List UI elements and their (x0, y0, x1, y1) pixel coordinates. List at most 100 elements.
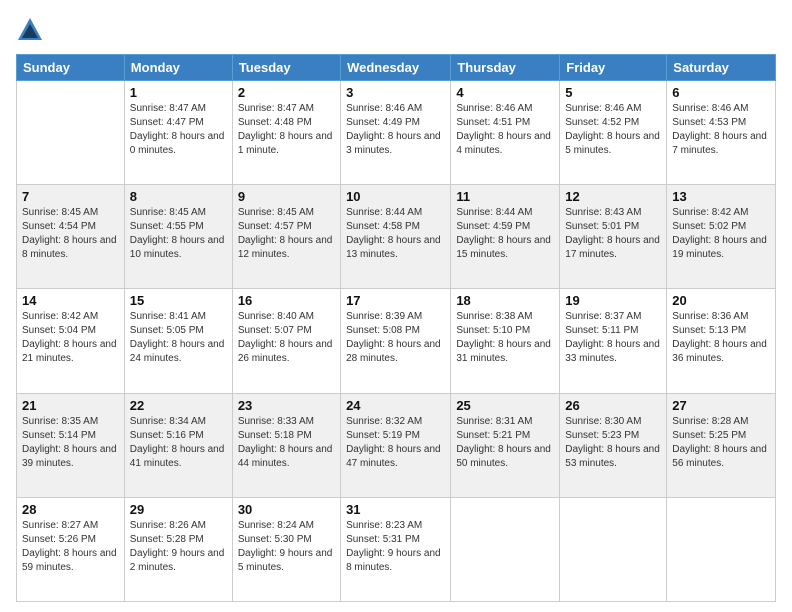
day-number: 15 (130, 293, 227, 308)
day-info: Sunrise: 8:46 AMSunset: 4:49 PMDaylight:… (346, 102, 445, 158)
day-number: 22 (130, 398, 227, 413)
calendar-cell: 19 Sunrise: 8:37 AMSunset: 5:11 PMDayligh… (560, 289, 667, 393)
day-info: Sunrise: 8:24 AMSunset: 5:30 PMDaylight:… (238, 519, 335, 575)
calendar-cell: 1 Sunrise: 8:47 AMSunset: 4:47 PMDaylight… (124, 81, 232, 185)
calendar-cell: 30Sunrise: 8:24 AMSunset: 5:30 PMDayligh… (232, 497, 340, 601)
day-info: Sunrise: 8:33 AMSunset: 5:18 PMDaylight:… (238, 415, 335, 471)
day-info: Sunrise: 8:32 AMSunset: 5:19 PMDaylight:… (346, 415, 445, 471)
day-number: 11 (456, 189, 554, 204)
calendar-cell: 24 Sunrise: 8:32 AMSunset: 5:19 PMDayligh… (341, 393, 451, 497)
weekday-header: Sunday (17, 55, 125, 81)
calendar-cell: 14Sunrise: 8:42 AMSunset: 5:04 PMDayligh… (17, 289, 125, 393)
calendar: SundayMondayTuesdayWednesdayThursdayFrid… (16, 54, 776, 602)
day-info: Sunrise: 8:45 AMSunset: 4:55 PMDaylight:… (130, 206, 227, 262)
day-info: Sunrise: 8:35 AMSunset: 5:14 PMDaylight:… (22, 415, 119, 471)
day-info: Sunrise: 8:46 AMSunset: 4:53 PMDaylight:… (672, 102, 770, 158)
calendar-cell: 7 Sunrise: 8:45 AMSunset: 4:54 PMDaylight… (17, 185, 125, 289)
day-number: 20 (672, 293, 770, 308)
calendar-cell: 12 Sunrise: 8:43 AMSunset: 5:01 PMDayligh… (560, 185, 667, 289)
day-number: 18 (456, 293, 554, 308)
calendar-cell: 29 Sunrise: 8:26 AMSunset: 5:28 PMDayligh… (124, 497, 232, 601)
day-info: Sunrise: 8:27 AMSunset: 5:26 PMDaylight:… (22, 519, 119, 575)
day-number: 31 (346, 502, 445, 517)
day-number: 19 (565, 293, 661, 308)
day-info: Sunrise: 8:46 AMSunset: 4:51 PMDaylight:… (456, 102, 554, 158)
calendar-cell: 22 Sunrise: 8:34 AMSunset: 5:16 PMDayligh… (124, 393, 232, 497)
day-info: Sunrise: 8:41 AMSunset: 5:05 PMDaylight:… (130, 310, 227, 366)
day-number: 24 (346, 398, 445, 413)
calendar-cell: 16 Sunrise: 8:40 AMSunset: 5:07 PMDayligh… (232, 289, 340, 393)
calendar-cell: 6Sunrise: 8:46 AMSunset: 4:53 PMDaylight… (667, 81, 776, 185)
day-info: Sunrise: 8:42 AMSunset: 5:02 PMDaylight:… (672, 206, 770, 262)
day-number: 25 (456, 398, 554, 413)
day-info: Sunrise: 8:42 AMSunset: 5:04 PMDaylight:… (22, 310, 119, 366)
day-info: Sunrise: 8:40 AMSunset: 5:07 PMDaylight:… (238, 310, 335, 366)
day-info: Sunrise: 8:43 AMSunset: 5:01 PMDaylight:… (565, 206, 661, 262)
weekday-header: Friday (560, 55, 667, 81)
page: SundayMondayTuesdayWednesdayThursdayFrid… (0, 0, 792, 612)
calendar-cell: 26Sunrise: 8:30 AMSunset: 5:23 PMDayligh… (560, 393, 667, 497)
day-info: Sunrise: 8:45 AMSunset: 4:54 PMDaylight:… (22, 206, 119, 262)
day-number: 2 (238, 85, 335, 100)
day-number: 7 (22, 189, 119, 204)
day-info: Sunrise: 8:30 AMSunset: 5:23 PMDaylight:… (565, 415, 661, 471)
calendar-cell: 20 Sunrise: 8:36 AMSunset: 5:13 PMDayligh… (667, 289, 776, 393)
day-number: 23 (238, 398, 335, 413)
weekday-header: Monday (124, 55, 232, 81)
calendar-cell: 8 Sunrise: 8:45 AMSunset: 4:55 PMDaylight… (124, 185, 232, 289)
day-info: Sunrise: 8:45 AMSunset: 4:57 PMDaylight:… (238, 206, 335, 262)
day-info: Sunrise: 8:23 AMSunset: 5:31 PMDaylight:… (346, 519, 445, 575)
calendar-cell: 9 Sunrise: 8:45 AMSunset: 4:57 PMDaylight… (232, 185, 340, 289)
calendar-cell: 28 Sunrise: 8:27 AMSunset: 5:26 PMDayligh… (17, 497, 125, 601)
day-number: 9 (238, 189, 335, 204)
calendar-cell: 2Sunrise: 8:47 AMSunset: 4:48 PMDaylight… (232, 81, 340, 185)
day-info: Sunrise: 8:36 AMSunset: 5:13 PMDaylight:… (672, 310, 770, 366)
day-info: Sunrise: 8:46 AMSunset: 4:52 PMDaylight:… (565, 102, 661, 158)
day-number: 27 (672, 398, 770, 413)
calendar-cell: 13 Sunrise: 8:42 AMSunset: 5:02 PMDayligh… (667, 185, 776, 289)
calendar-cell: 18 Sunrise: 8:38 AMSunset: 5:10 PMDayligh… (451, 289, 560, 393)
day-number: 1 (130, 85, 227, 100)
calendar-cell: 31 Sunrise: 8:23 AMSunset: 5:31 PMDayligh… (341, 497, 451, 601)
calendar-cell (560, 497, 667, 601)
day-number: 10 (346, 189, 445, 204)
day-info: Sunrise: 8:31 AMSunset: 5:21 PMDaylight:… (456, 415, 554, 471)
calendar-cell (17, 81, 125, 185)
weekday-header: Thursday (451, 55, 560, 81)
logo (16, 16, 48, 44)
day-number: 4 (456, 85, 554, 100)
logo-icon (16, 16, 44, 44)
calendar-cell (667, 497, 776, 601)
day-number: 13 (672, 189, 770, 204)
weekday-header: Saturday (667, 55, 776, 81)
calendar-cell: 17Sunrise: 8:39 AMSunset: 5:08 PMDayligh… (341, 289, 451, 393)
calendar-cell: 21 Sunrise: 8:35 AMSunset: 5:14 PMDayligh… (17, 393, 125, 497)
day-info: Sunrise: 8:44 AMSunset: 4:58 PMDaylight:… (346, 206, 445, 262)
day-info: Sunrise: 8:34 AMSunset: 5:16 PMDaylight:… (130, 415, 227, 471)
header (16, 16, 776, 44)
calendar-cell (451, 497, 560, 601)
day-info: Sunrise: 8:26 AMSunset: 5:28 PMDaylight:… (130, 519, 227, 575)
day-number: 8 (130, 189, 227, 204)
calendar-cell: 5 Sunrise: 8:46 AMSunset: 4:52 PMDaylight… (560, 81, 667, 185)
day-info: Sunrise: 8:28 AMSunset: 5:25 PMDaylight:… (672, 415, 770, 471)
calendar-cell: 10 Sunrise: 8:44 AMSunset: 4:58 PMDayligh… (341, 185, 451, 289)
day-number: 17 (346, 293, 445, 308)
weekday-header: Tuesday (232, 55, 340, 81)
day-number: 3 (346, 85, 445, 100)
day-info: Sunrise: 8:38 AMSunset: 5:10 PMDaylight:… (456, 310, 554, 366)
day-info: Sunrise: 8:44 AMSunset: 4:59 PMDaylight:… (456, 206, 554, 262)
calendar-cell: 25 Sunrise: 8:31 AMSunset: 5:21 PMDayligh… (451, 393, 560, 497)
calendar-cell: 15 Sunrise: 8:41 AMSunset: 5:05 PMDayligh… (124, 289, 232, 393)
calendar-cell: 27 Sunrise: 8:28 AMSunset: 5:25 PMDayligh… (667, 393, 776, 497)
day-number: 16 (238, 293, 335, 308)
day-number: 21 (22, 398, 119, 413)
day-number: 28 (22, 502, 119, 517)
day-number: 12 (565, 189, 661, 204)
day-info: Sunrise: 8:47 AMSunset: 4:47 PMDaylight:… (130, 102, 227, 158)
day-number: 5 (565, 85, 661, 100)
day-number: 29 (130, 502, 227, 517)
calendar-cell: 4 Sunrise: 8:46 AMSunset: 4:51 PMDaylight… (451, 81, 560, 185)
weekday-header: Wednesday (341, 55, 451, 81)
day-info: Sunrise: 8:37 AMSunset: 5:11 PMDaylight:… (565, 310, 661, 366)
